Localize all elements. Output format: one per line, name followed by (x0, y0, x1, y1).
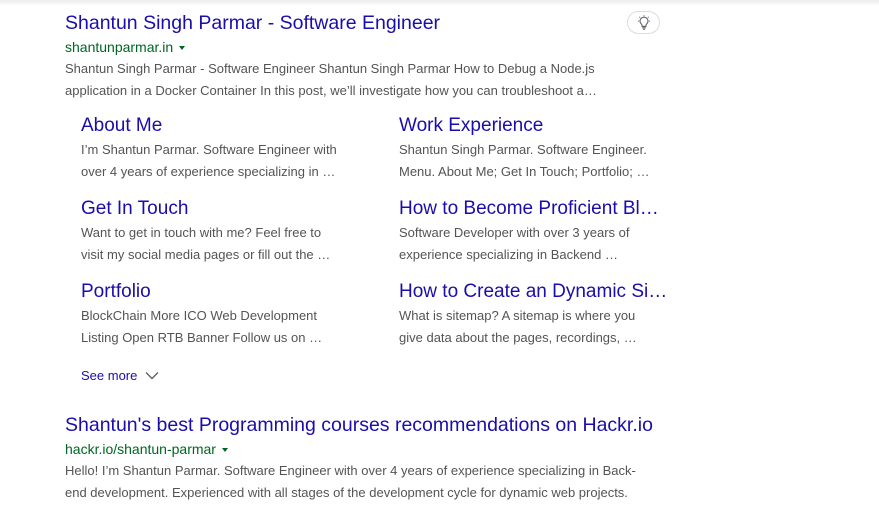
snippet-line: Want to get in touch with me? Feel free … (81, 225, 322, 240)
sitelink-snippet: I’m Shantun Parmar. Software Engineer wi… (81, 139, 361, 183)
result-title-link[interactable]: Shantun Singh Parmar - Software Engineer (65, 11, 675, 35)
sitelink-dynamic-sitemap: How to Create an Dynamic Si… What is sit… (399, 280, 679, 349)
snippet-line: Shantun Singh Parmar. Software Engineer. (399, 142, 647, 157)
result-url-row: shantunparmar.in (65, 38, 675, 56)
result-snippet: Shantun Singh Parmar - Software Engineer… (65, 58, 675, 102)
sitelink-title[interactable]: Get In Touch (81, 197, 361, 221)
lightbulb-button[interactable] (627, 11, 660, 34)
sitelink-become-proficient: How to Become Proficient Bl… Software De… (399, 197, 679, 266)
url-dropdown-arrow-icon[interactable] (221, 448, 228, 452)
sitelink-title[interactable]: Portfolio (81, 280, 361, 304)
sitelink-work-experience: Work Experience Shantun Singh Parmar. So… (399, 114, 679, 183)
result-url[interactable]: hackr.io/shantun-parmar (65, 440, 216, 458)
result-url-row: hackr.io/shantun-parmar (65, 440, 675, 458)
snippet-line: Listing Open RTB Banner Follow us on … (81, 330, 323, 345)
search-result-1: Shantun Singh Parmar - Software Engineer… (65, 11, 675, 102)
sitelink-snippet: Software Developer with over 3 years of … (399, 222, 679, 266)
sitelink-title[interactable]: How to Create an Dynamic Si… (399, 280, 679, 304)
snippet-line: end development. Experienced with all st… (65, 485, 628, 500)
snippet-line: over 4 years of experience specializing … (81, 164, 336, 179)
snippet-line: visit my social media pages or fill out … (81, 247, 331, 262)
snippet-line: BlockChain More ICO Web Development (81, 308, 318, 323)
snippet-line: give data about the pages, recordings, … (399, 330, 637, 345)
top-divider (0, 0, 879, 6)
snippet-line: Software Developer with over 3 years of (399, 225, 630, 240)
sitelink-title[interactable]: About Me (81, 114, 361, 138)
sitelink-title[interactable]: How to Become Proficient Bl… (399, 197, 679, 221)
url-dropdown-arrow-icon[interactable] (179, 46, 186, 50)
sitelink-portfolio: Portfolio BlockChain More ICO Web Develo… (81, 280, 361, 349)
snippet-line: application in a Docker Container In thi… (65, 83, 597, 98)
lightbulb-icon (637, 14, 650, 30)
sitelink-snippet: What is sitemap? A sitemap is where you … (399, 305, 679, 349)
result-title-link[interactable]: Shantun's best Programming courses recom… (65, 413, 675, 437)
sitelink-get-in-touch: Get In Touch Want to get in touch with m… (81, 197, 361, 266)
snippet-line: Shantun Singh Parmar - Software Engineer… (65, 61, 595, 76)
sitelink-about-me: About Me I’m Shantun Parmar. Software En… (81, 114, 361, 183)
result-snippet: Hello! I’m Shantun Parmar. Software Engi… (65, 460, 675, 504)
snippet-line: I’m Shantun Parmar. Software Engineer wi… (81, 142, 337, 157)
see-more-button[interactable]: See more (81, 368, 159, 383)
search-result-2: Shantun's best Programming courses recom… (65, 413, 675, 504)
snippet-line: Hello! I’m Shantun Parmar. Software Engi… (65, 463, 636, 478)
sitelink-snippet: BlockChain More ICO Web Development List… (81, 305, 361, 349)
sitelink-snippet: Want to get in touch with me? Feel free … (81, 222, 361, 266)
see-more-label: See more (81, 368, 138, 383)
result-url[interactable]: shantunparmar.in (65, 38, 173, 56)
chevron-down-icon (145, 372, 159, 380)
snippet-line: What is sitemap? A sitemap is where you (399, 308, 636, 323)
sitelink-title[interactable]: Work Experience (399, 114, 679, 138)
sitelink-snippet: Shantun Singh Parmar. Software Engineer.… (399, 139, 679, 183)
snippet-line: Menu. About Me; Get In Touch; Portfolio;… (399, 164, 650, 179)
snippet-line: experience specializing in Backend … (399, 247, 618, 262)
